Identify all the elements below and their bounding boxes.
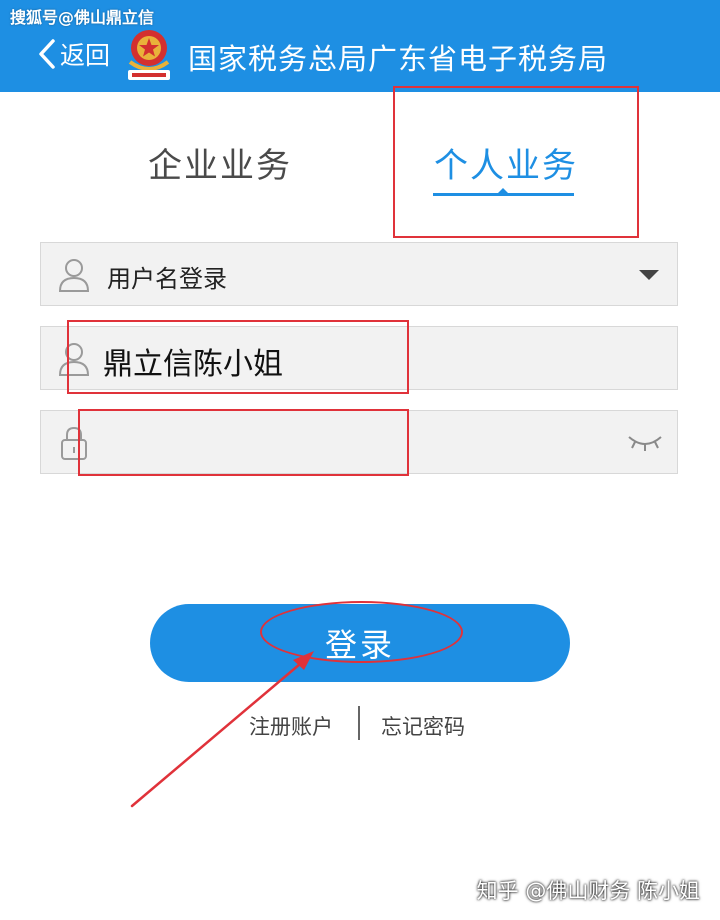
app-header: 搜狐号@佛山鼎立信 返回 国家税务总局广东省电子税务局	[0, 0, 720, 92]
chevron-left-icon	[38, 38, 56, 70]
user-icon	[57, 257, 91, 293]
back-label: 返回	[60, 41, 111, 70]
annotation-box-tab	[393, 86, 639, 238]
login-type-value: 用户名登录	[107, 265, 227, 293]
annotation-box-username	[67, 320, 409, 394]
eye-closed-icon[interactable]	[627, 431, 663, 453]
forgot-password-link[interactable]: 忘记密码	[381, 711, 465, 741]
login-type-select[interactable]: 用户名登录	[40, 242, 678, 306]
watermark-top: 搜狐号@佛山鼎立信	[10, 8, 155, 27]
caret-down-icon	[639, 270, 659, 280]
annotation-box-password	[78, 409, 409, 476]
tab-enterprise[interactable]: 企业业务	[148, 138, 292, 187]
register-link[interactable]: 注册账户	[249, 711, 333, 741]
page-title: 国家税务总局广东省电子税务局	[188, 42, 609, 76]
tax-emblem-icon	[122, 26, 176, 84]
back-button[interactable]: 返回	[38, 36, 110, 72]
link-divider	[358, 706, 360, 740]
watermark-bottom: 知乎 @佛山财务 陈小姐	[476, 879, 700, 903]
annotation-ellipse-login	[260, 601, 463, 663]
